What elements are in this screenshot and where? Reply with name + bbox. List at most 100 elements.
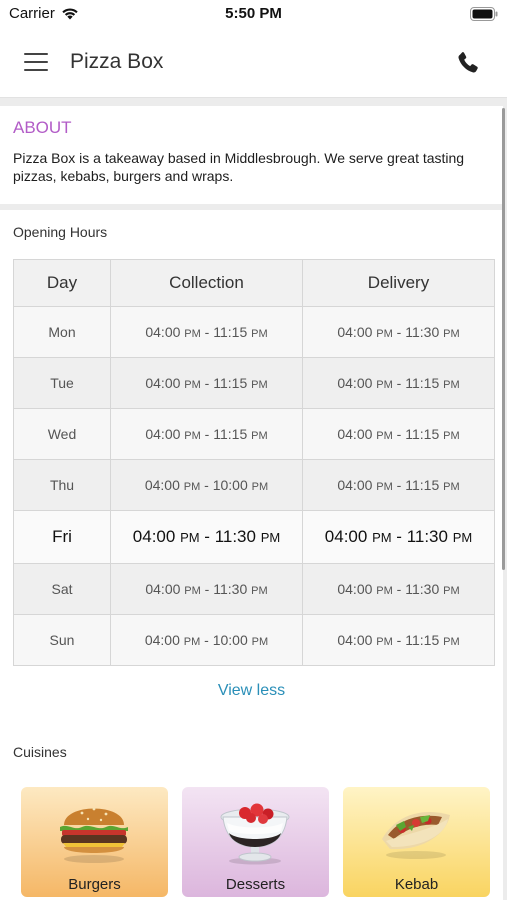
opening-hours-title: Opening Hours <box>13 224 108 240</box>
time-period: PM <box>452 530 473 545</box>
time-period: PM <box>376 585 393 597</box>
view-less-button[interactable]: View less <box>0 682 503 700</box>
day-cell: Sat <box>13 563 111 615</box>
time-period: PM <box>376 328 393 340</box>
time-end: 11:30 <box>405 581 440 597</box>
time-period: PM <box>443 481 460 493</box>
time-start: 04:00 <box>337 375 373 391</box>
time-end: 10:00 <box>212 632 248 648</box>
delivery-cell: 04:00 PM - 11:15 PM <box>302 357 495 409</box>
phone-icon[interactable] <box>455 50 481 76</box>
navigation-bar: Pizza Box <box>0 30 507 98</box>
cuisine-tile-burgers[interactable]: Burgers <box>21 787 168 897</box>
cuisine-label-kebab: Kebab <box>394 876 439 893</box>
table-header-row: Day Collection Delivery <box>13 259 495 307</box>
column-header-delivery: Delivery <box>302 259 495 307</box>
table-row: Sun 04:00 PM - 10:00 PM 04:00 PM - 11:15 P… <box>13 614 495 666</box>
time-period: PM <box>372 530 392 545</box>
opening-hours-table: Day Collection Delivery Mon 04:00 PM - 11… <box>13 259 495 666</box>
time-start: 04:00 <box>145 324 181 340</box>
delivery-cell: 04:00 PM - 11:30 PM <box>302 306 495 358</box>
time-period: PM <box>251 430 268 442</box>
day-cell: Fri <box>13 510 111 564</box>
day-cell: Tue <box>13 357 111 409</box>
cuisine-tile-desserts[interactable]: Desserts <box>182 787 329 897</box>
time-period: PM <box>184 328 201 340</box>
opening-hours-section: Opening Hours Day Collection Delivery Mo… <box>0 210 503 816</box>
table-row: Thu 04:00 PM - 10:00 PM 04:00 PM - 11:15 P… <box>13 459 495 511</box>
time-end: 11:15 <box>405 375 440 391</box>
burger-icon <box>60 807 128 863</box>
time-period: PM <box>376 430 393 442</box>
table-row: Sat 04:00 PM - 11:30 PM 04:00 PM - 11:30 P… <box>13 563 495 615</box>
day-cell: Mon <box>13 306 111 358</box>
table-row: Fri 04:00 PM - 11:30 PM 04:00 PM - 11:30 P… <box>13 510 495 564</box>
time-period: PM <box>376 636 393 648</box>
time-start: 04:00 <box>337 477 373 493</box>
time-end: 11:15 <box>405 632 440 648</box>
column-header-collection: Collection <box>110 259 303 307</box>
day-cell: Thu <box>13 459 111 511</box>
collection-cell: 04:00 PM - 11:15 PM <box>110 408 303 460</box>
time-start: 04:00 <box>145 426 181 442</box>
time-period: PM <box>180 530 200 545</box>
time-start: 04:00 <box>145 375 181 391</box>
table-row: Tue 04:00 PM - 11:15 PM 04:00 PM - 11:15 P… <box>13 357 495 409</box>
time-start: 04:00 <box>337 324 373 340</box>
time-start: 04:00 <box>337 426 373 442</box>
time-period: PM <box>443 585 460 597</box>
time-end: 10:00 <box>212 477 248 493</box>
time-period: PM <box>443 328 460 340</box>
collection-cell: 04:00 PM - 11:30 PM <box>110 563 303 615</box>
cuisine-tile-kebab[interactable]: Kebab <box>343 787 490 897</box>
time-period: PM <box>443 636 460 648</box>
collection-cell: 04:00 PM - 11:15 PM <box>110 306 303 358</box>
time-start: 04:00 <box>132 527 176 546</box>
about-title: ABOUT <box>13 118 72 137</box>
delivery-cell: 04:00 PM - 11:30 PM <box>302 563 495 615</box>
cuisines-section: Cuisines Burgers Desserts Kebab <box>0 730 503 900</box>
delivery-cell: 04:00 PM - 11:30 PM <box>302 510 495 564</box>
time-start: 04:00 <box>337 581 373 597</box>
time-period: PM <box>443 430 460 442</box>
delivery-cell: 04:00 PM - 11:15 PM <box>302 408 495 460</box>
time-period: PM <box>376 379 393 391</box>
time-end: 11:15 <box>213 324 248 340</box>
time-period: PM <box>251 379 268 391</box>
time-period: PM <box>183 636 201 648</box>
time-start: 04:00 <box>144 477 180 493</box>
cuisines-title: Cuisines <box>13 744 67 760</box>
scroll-content[interactable]: ABOUT Pizza Box is a takeaway based in M… <box>0 100 503 900</box>
delivery-cell: 04:00 PM - 11:15 PM <box>302 614 495 666</box>
scrollbar[interactable] <box>502 108 505 570</box>
day-cell: Wed <box>13 408 111 460</box>
collection-cell: 04:00 PM - 10:00 PM <box>110 614 303 666</box>
time-end: 11:30 <box>214 527 256 546</box>
time-end: 11:30 <box>406 527 448 546</box>
status-time: 5:50 PM <box>225 5 282 22</box>
time-start: 04:00 <box>145 581 181 597</box>
time-start: 04:00 <box>337 632 373 648</box>
collection-cell: 04:00 PM - 11:15 PM <box>110 357 303 409</box>
status-bar: Carrier 5:50 PM <box>0 0 507 30</box>
time-end: 11:15 <box>213 426 248 442</box>
time-start: 04:00 <box>144 632 180 648</box>
time-end: 11:30 <box>405 324 440 340</box>
page-title: Pizza Box <box>70 50 164 73</box>
hamburger-icon[interactable] <box>24 53 48 73</box>
time-period: PM <box>184 430 201 442</box>
table-row: Wed 04:00 PM - 11:15 PM 04:00 PM - 11:15 P… <box>13 408 495 460</box>
time-period: PM <box>251 328 268 340</box>
time-end: 11:30 <box>213 581 248 597</box>
about-text: Pizza Box is a takeaway based in Middles… <box>13 150 465 184</box>
day-cell: Sun <box>13 614 111 666</box>
battery-icon <box>470 7 498 21</box>
cuisine-label-burgers: Burgers <box>68 876 121 893</box>
delivery-cell: 04:00 PM - 11:15 PM <box>302 459 495 511</box>
table-row: Mon 04:00 PM - 11:15 PM 04:00 PM - 11:30 P… <box>13 306 495 358</box>
column-header-day: Day <box>13 259 111 307</box>
collection-cell: 04:00 PM - 10:00 PM <box>110 459 303 511</box>
time-period: PM <box>183 481 201 493</box>
time-period: PM <box>376 481 393 493</box>
time-end: 11:15 <box>405 477 440 493</box>
